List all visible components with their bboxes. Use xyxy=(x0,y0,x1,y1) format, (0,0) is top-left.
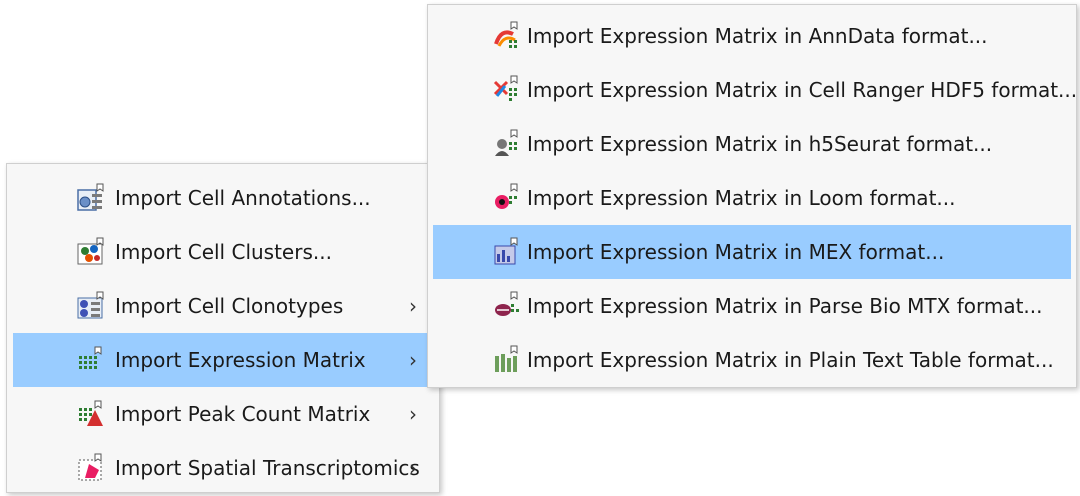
loom-icon xyxy=(491,182,523,214)
menu-item-import-cell-annotations[interactable]: Import Cell Annotations... xyxy=(13,171,439,225)
submenu-arrow-icon: › xyxy=(409,348,417,372)
peak-count-matrix-icon xyxy=(75,398,107,430)
submenu-item-cell-ranger[interactable]: Import Expression Matrix in Cell Ranger … xyxy=(433,63,1077,117)
mex-icon xyxy=(491,236,523,268)
spatial-transcriptomics-icon xyxy=(75,452,107,484)
submenu-item-loom[interactable]: Import Expression Matrix in Loom format.… xyxy=(433,171,1071,225)
submenu-item-label: Import Expression Matrix in h5Seurat for… xyxy=(527,132,993,156)
menu-item-label: Import Cell Annotations... xyxy=(115,186,371,210)
parse-bio-icon xyxy=(491,290,523,322)
submenu-item-label: Import Expression Matrix in AnnData form… xyxy=(527,24,988,48)
submenu-arrow-icon: › xyxy=(409,402,417,426)
submenu-arrow-icon: › xyxy=(409,456,417,480)
submenu-item-h5seurat[interactable]: Import Expression Matrix in h5Seurat for… xyxy=(433,117,1071,171)
submenu-item-mex[interactable]: Import Expression Matrix in MEX format..… xyxy=(433,225,1071,279)
menu-item-label: Import Expression Matrix xyxy=(115,348,366,372)
submenu-item-anndata[interactable]: Import Expression Matrix in AnnData form… xyxy=(433,9,1071,63)
submenu-item-label: Import Expression Matrix in Plain Text T… xyxy=(527,348,1054,372)
cell-clusters-icon xyxy=(75,236,107,268)
menu-item-label: Import Peak Count Matrix xyxy=(115,402,371,426)
submenu-item-label: Import Expression Matrix in MEX format..… xyxy=(527,240,945,264)
anndata-icon xyxy=(491,20,523,52)
submenu-arrow-icon: › xyxy=(409,294,417,318)
menu-item-import-spatial-transcriptomics[interactable]: Import Spatial Transcriptomics › xyxy=(13,441,439,495)
menu-item-import-expression-matrix[interactable]: Import Expression Matrix › xyxy=(13,333,439,387)
import-main-menu: Import Cell Annotations... Import Cell C… xyxy=(6,163,440,493)
submenu-item-label: Import Expression Matrix in Cell Ranger … xyxy=(527,78,1078,102)
menu-item-import-cell-clonotypes[interactable]: Import Cell Clonotypes › xyxy=(13,279,439,333)
cell-annotations-icon xyxy=(75,182,107,214)
submenu-item-parse-bio[interactable]: Import Expression Matrix in Parse Bio MT… xyxy=(433,279,1071,333)
h5seurat-icon xyxy=(491,128,523,160)
submenu-item-label: Import Expression Matrix in Loom format.… xyxy=(527,186,956,210)
menu-item-import-peak-count-matrix[interactable]: Import Peak Count Matrix › xyxy=(13,387,439,441)
menu-item-label: Import Spatial Transcriptomics xyxy=(115,456,420,480)
menu-item-import-cell-clusters[interactable]: Import Cell Clusters... xyxy=(13,225,439,279)
submenu-item-plain-text-table[interactable]: Import Expression Matrix in Plain Text T… xyxy=(433,333,1071,387)
expression-matrix-icon xyxy=(75,344,107,376)
menu-item-label: Import Cell Clusters... xyxy=(115,240,332,264)
submenu-item-label: Import Expression Matrix in Parse Bio MT… xyxy=(527,294,1043,318)
cell-clonotypes-icon xyxy=(75,290,107,322)
menu-item-label: Import Cell Clonotypes xyxy=(115,294,344,318)
cell-ranger-icon xyxy=(491,74,523,106)
plain-text-table-icon xyxy=(491,344,523,376)
expression-matrix-submenu: Import Expression Matrix in AnnData form… xyxy=(427,4,1077,388)
